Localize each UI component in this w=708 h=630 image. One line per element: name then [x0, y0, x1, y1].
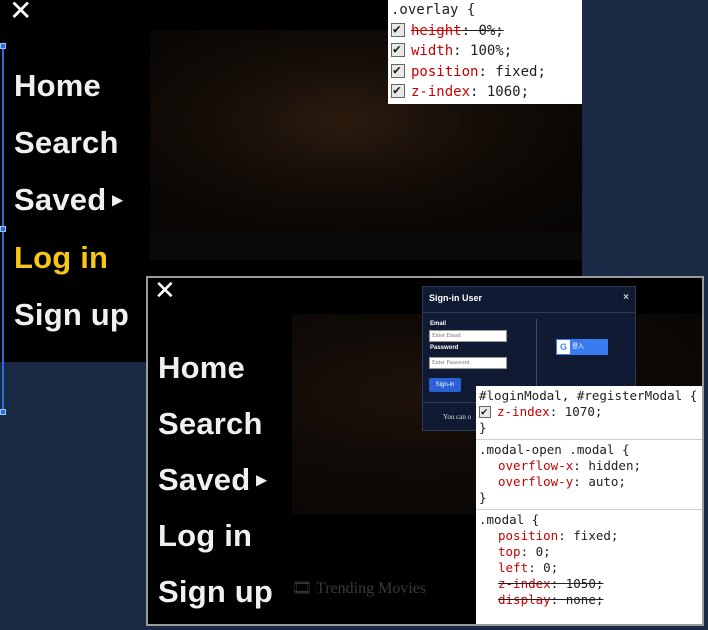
- css-value: fixed;: [573, 528, 619, 543]
- css-value: 0;: [543, 560, 559, 575]
- css-value: auto;: [588, 474, 626, 489]
- modal-close-icon[interactable]: ×: [623, 292, 629, 303]
- modal-title: Sign-in User: [429, 293, 483, 303]
- nav-home[interactable]: Home: [158, 350, 245, 386]
- css-checkbox[interactable]: [391, 20, 405, 40]
- nav-login[interactable]: Log in: [158, 518, 252, 554]
- overlay-css-panel: .overlay { height: 0%; width: 100%; posi…: [388, 0, 582, 104]
- css-prop: height: [411, 22, 462, 39]
- side-nav-bottom: ✕ Home Search Saved ▸ Log in Sign up: [148, 278, 292, 624]
- google-icon: G: [557, 340, 570, 354]
- close-icon[interactable]: ✕: [9, 0, 32, 27]
- close-icon[interactable]: ✕: [154, 278, 176, 306]
- modal-header: Sign-in User ×: [423, 287, 635, 313]
- nav-saved-label: Saved: [14, 182, 107, 217]
- email-field[interactable]: [429, 330, 507, 342]
- css-prop: top: [498, 544, 521, 559]
- css-value: 0;: [535, 544, 551, 559]
- nav-saved[interactable]: Saved ▸: [158, 462, 267, 498]
- css-rule: #loginModal, #registerModal { z-index: 1…: [476, 386, 702, 440]
- email-label: Email: [430, 321, 447, 327]
- css-prop: display: [498, 592, 551, 607]
- css-selector: .overlay {: [391, 2, 476, 18]
- password-label: Password: [430, 345, 459, 351]
- css-value: 1050;: [565, 576, 604, 591]
- css-selector: #loginModal, #registerModal {: [479, 388, 698, 403]
- modal-footer-text: You can o: [443, 413, 472, 421]
- css-close-brace: }: [479, 490, 487, 505]
- modal-divider: [536, 319, 537, 395]
- css-value: 100%;: [470, 43, 513, 59]
- css-value: none;: [565, 592, 604, 607]
- selection-handle[interactable]: [0, 226, 6, 232]
- caret-right-icon: ▸: [112, 189, 123, 211]
- css-checkbox[interactable]: [391, 81, 405, 101]
- css-prop: z-index: [498, 576, 551, 591]
- signin-button[interactable]: Sign-in: [429, 378, 461, 392]
- nav-home[interactable]: Home: [14, 68, 101, 104]
- css-prop: width: [411, 43, 454, 59]
- css-rule: .modal { position: fixed; top: 0; left: …: [476, 510, 702, 611]
- hero-strip: [150, 232, 582, 260]
- nav-login[interactable]: Log in: [14, 240, 108, 276]
- css-selector: .modal {: [479, 512, 540, 527]
- css-prop: position: [411, 63, 479, 80]
- css-rule: .modal-open .modal { overflow-x: hidden;…: [476, 440, 702, 510]
- trending-heading: 🎞 Trending Movies: [292, 580, 427, 597]
- css-checkbox[interactable]: [391, 61, 405, 81]
- css-value: 1070;: [564, 404, 603, 419]
- css-selector: .modal-open .modal {: [479, 442, 630, 457]
- css-prop: z-index: [411, 84, 471, 100]
- selection-handle[interactable]: [0, 43, 6, 49]
- caret-right-icon: ▸: [256, 469, 267, 491]
- nav-saved[interactable]: Saved ▸: [14, 182, 123, 218]
- selection-handle[interactable]: [0, 409, 6, 415]
- css-close-brace: }: [479, 420, 487, 435]
- google-button-label: 登入: [572, 344, 585, 350]
- css-prop: overflow-x: [498, 458, 574, 473]
- css-prop: overflow-y: [498, 474, 574, 489]
- nav-saved-label: Saved: [158, 462, 251, 497]
- side-nav-top: ✕ Home Search Saved ▸ Log in Sign up: [4, 0, 150, 362]
- modal-css-panel: #loginModal, #registerModal { z-index: 1…: [476, 386, 702, 624]
- css-value: fixed;: [495, 63, 546, 80]
- css-prop: left: [498, 560, 529, 575]
- nav-search[interactable]: Search: [14, 125, 119, 161]
- bottom-screenshot: 🎞 Trending Movies ✕ Home Search Saved ▸ L…: [146, 276, 704, 626]
- google-login-button[interactable]: G 登入: [556, 339, 608, 355]
- css-checkbox[interactable]: [391, 40, 405, 60]
- css-checkbox[interactable]: [479, 404, 491, 420]
- nav-signup[interactable]: Sign up: [14, 297, 129, 333]
- css-value: hidden;: [588, 458, 642, 473]
- password-field[interactable]: [429, 357, 507, 369]
- css-prop: z-index: [497, 404, 550, 419]
- nav-search[interactable]: Search: [158, 406, 263, 442]
- css-value: 0%;: [478, 22, 504, 39]
- css-value: 1060;: [486, 84, 530, 100]
- nav-signup[interactable]: Sign up: [158, 574, 273, 610]
- css-prop: position: [498, 528, 559, 543]
